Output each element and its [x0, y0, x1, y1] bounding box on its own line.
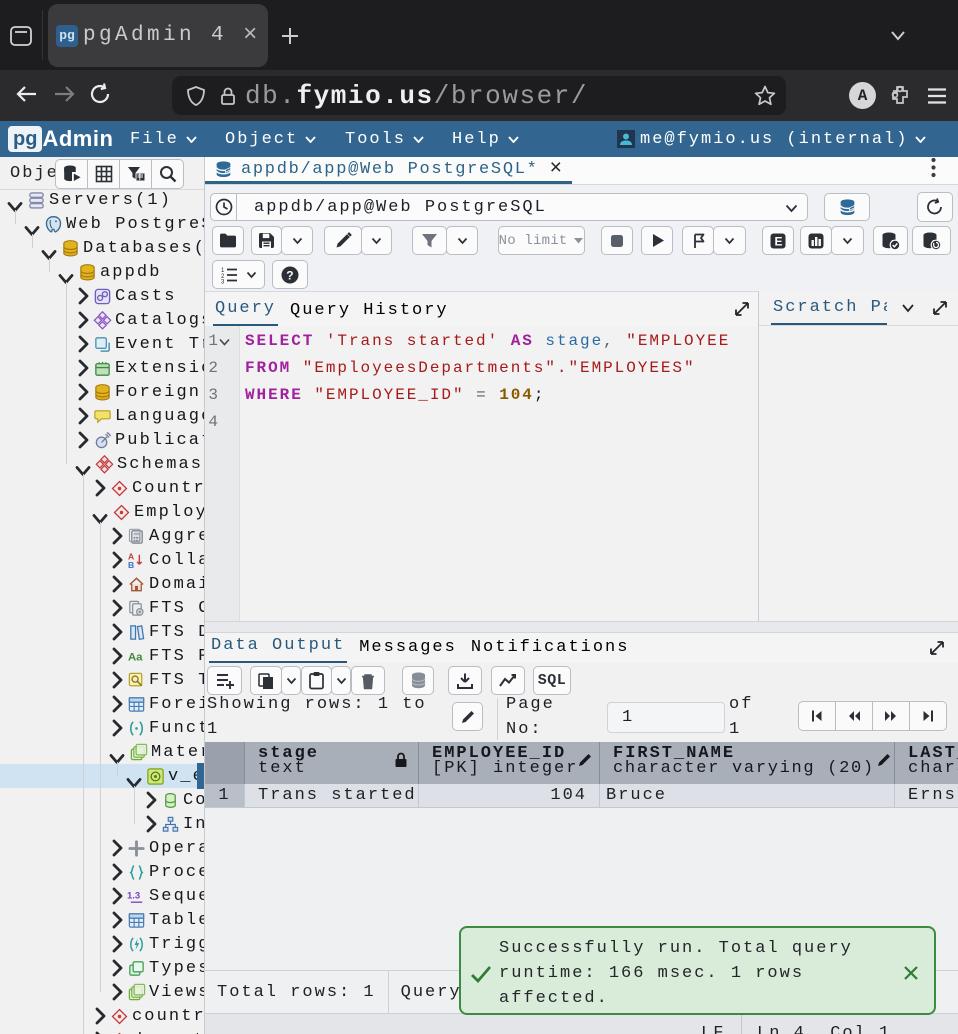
svg-text:E: E	[775, 234, 783, 248]
svg-text:3: 3	[221, 279, 225, 284]
svg-text:?: ?	[286, 268, 293, 282]
